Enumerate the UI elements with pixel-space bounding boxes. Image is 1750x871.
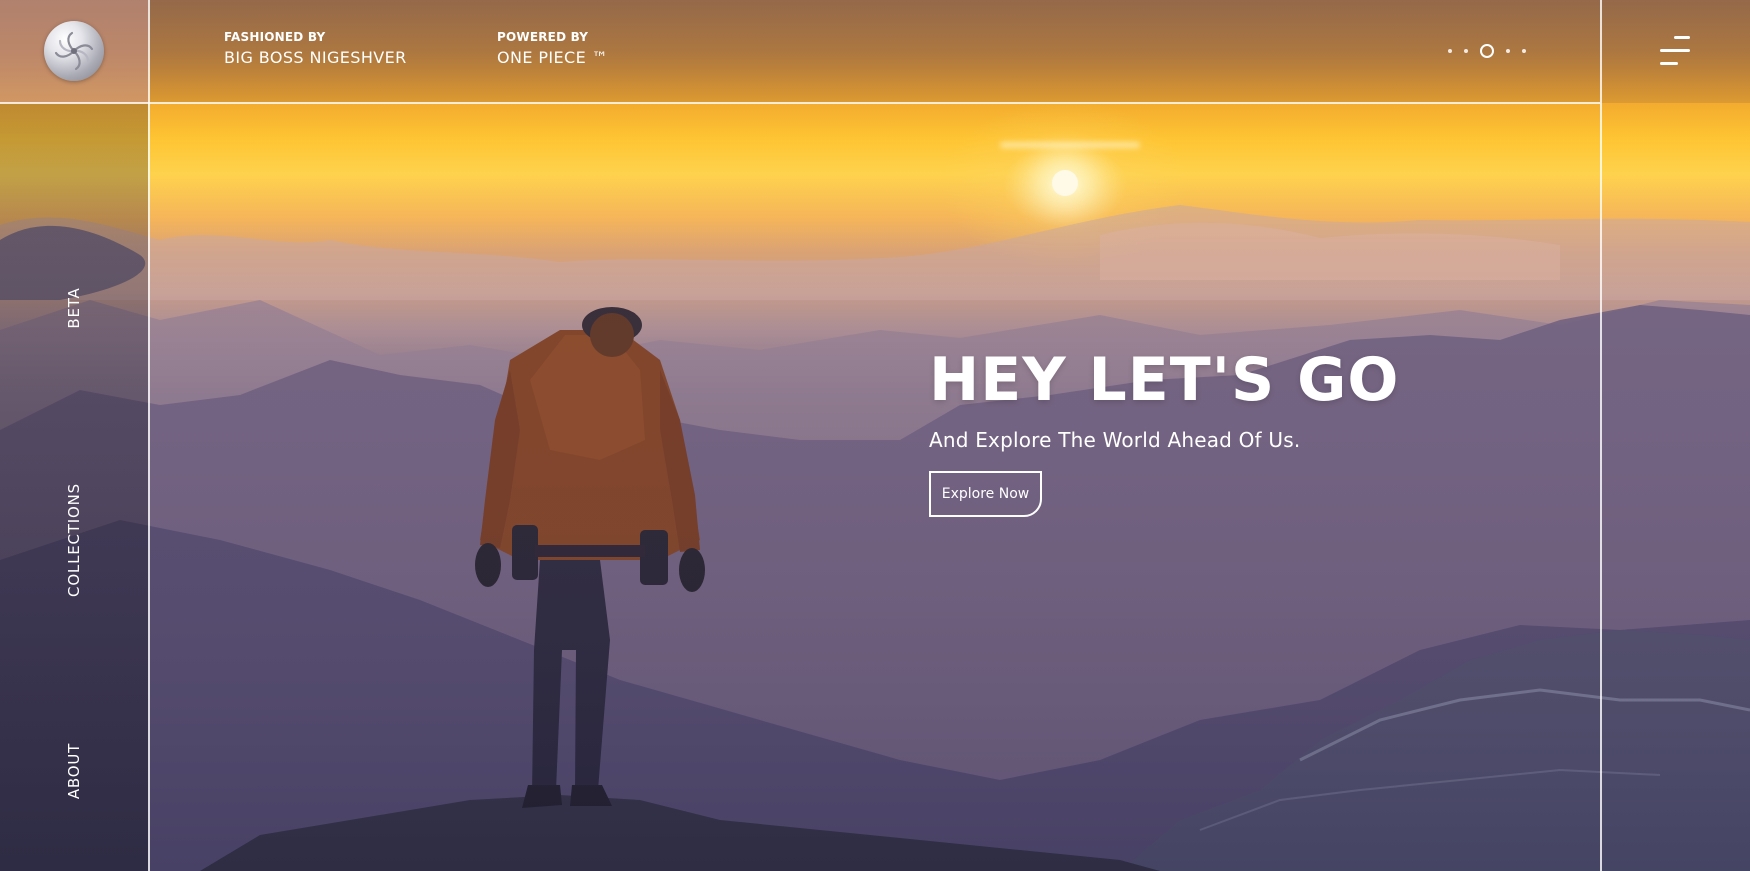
slider-dot-active[interactable]: [1480, 44, 1494, 58]
menu-bar: [1660, 49, 1690, 52]
credit-label: FASHIONED BY: [224, 30, 326, 44]
sidebar-divider: [148, 0, 150, 871]
header-divider: [0, 102, 1600, 104]
credit-powered-by: POWERED BY ONE PIECE ™: [497, 30, 608, 67]
slider-dot[interactable]: [1522, 49, 1526, 53]
right-divider: [1600, 0, 1602, 871]
menu-bar: [1674, 36, 1690, 39]
credit-label: POWERED BY: [497, 30, 589, 44]
sidebar-item-collections[interactable]: COLLECTIONS: [65, 483, 83, 597]
slider-dot[interactable]: [1464, 49, 1468, 53]
hero-subtitle: And Explore The World Ahead Of Us.: [929, 428, 1301, 452]
credit-value: BIG BOSS NIGESHVER: [224, 48, 407, 67]
menu-bar: [1660, 62, 1678, 65]
sidebar-item-beta[interactable]: BETA: [65, 287, 83, 328]
hero-title: HEY LET'S GO: [929, 345, 1400, 415]
logo-swirl-graphic: [54, 31, 94, 71]
credit-fashioned-by: FASHIONED BY BIG BOSS NIGESHVER: [224, 30, 407, 67]
credit-value: ONE PIECE ™: [497, 48, 609, 67]
hero-background-image: [0, 0, 1750, 871]
slider-dot[interactable]: [1448, 49, 1452, 53]
explore-now-button[interactable]: Explore Now: [929, 471, 1042, 517]
sidebar-item-about[interactable]: ABOUT: [65, 743, 83, 799]
hamburger-menu-icon[interactable]: [1656, 34, 1696, 68]
slider-pagination: [1448, 44, 1526, 58]
slider-dot[interactable]: [1506, 49, 1510, 53]
shell-swirl-logo-icon[interactable]: [44, 21, 104, 81]
landing-page: FASHIONED BY BIG BOSS NIGESHVER POWERED …: [0, 0, 1750, 871]
